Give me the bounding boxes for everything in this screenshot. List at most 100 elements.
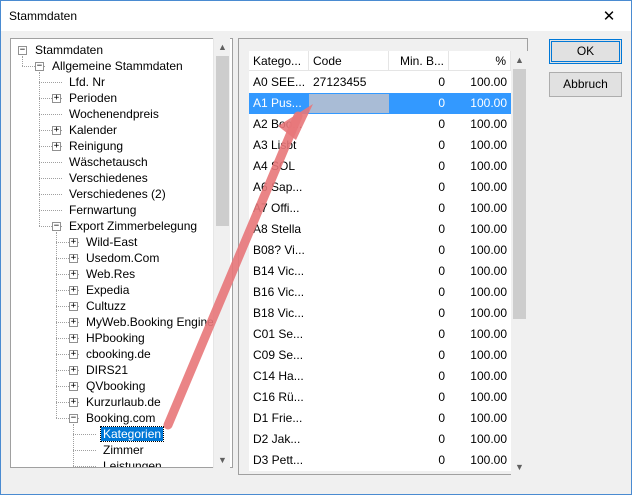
- grid-scroll-down-button[interactable]: ▼: [511, 458, 528, 475]
- tree-item[interactable]: Wochenendpreis: [67, 106, 161, 122]
- grid-row[interactable]: A1 Pus... 0 100.00: [249, 93, 511, 114]
- grid-scrollbar[interactable]: ▲ ▼: [511, 51, 528, 475]
- tree-item[interactable]: Kalender: [67, 122, 119, 138]
- tree-item[interactable]: DIRS21: [84, 362, 130, 378]
- tree-view[interactable]: Stammdaten − Allgemeine Stammdaten − Lfd. Nr…: [10, 38, 233, 468]
- tree-item[interactable]: Cultuzz: [84, 298, 128, 314]
- tree-item-label: Kalender: [69, 123, 118, 137]
- expand-icon[interactable]: +: [52, 94, 61, 103]
- grid-cell-code: [309, 303, 389, 324]
- tree-item[interactable]: Booking.com: [84, 410, 157, 426]
- grid-row[interactable]: A4 SOL 0 100.00: [249, 156, 511, 177]
- tree-connector: [73, 450, 96, 451]
- tree-scroll-thumb[interactable]: [216, 56, 229, 226]
- grid-column-header[interactable]: %: [449, 51, 511, 71]
- grid-scroll-up-button[interactable]: ▲: [511, 51, 528, 68]
- expand-icon[interactable]: +: [69, 302, 78, 311]
- tree-scroll-up-button[interactable]: ▲: [214, 38, 231, 55]
- expand-icon[interactable]: +: [52, 142, 61, 151]
- expand-icon[interactable]: +: [52, 126, 61, 135]
- tree-item[interactable]: Reinigung: [67, 138, 125, 154]
- expand-icon[interactable]: +: [69, 318, 78, 327]
- tree-item[interactable]: HPbooking: [84, 330, 147, 346]
- tree-item[interactable]: Web.Res: [84, 266, 137, 282]
- grid-row[interactable]: C14 Ha... 0 100.00: [249, 366, 511, 387]
- tree-item[interactable]: Lfd. Nr: [67, 74, 107, 90]
- grid-row[interactable]: C16 Rü... 0 100.00: [249, 387, 511, 408]
- tree-item[interactable]: Kategorien: [99, 426, 165, 442]
- grid-cell-min: 0: [438, 327, 445, 341]
- expand-icon[interactable]: +: [69, 238, 78, 247]
- grid-row[interactable]: A0 SEE... 27123455 0 100.00: [249, 72, 511, 93]
- grid-row[interactable]: B18 Vic... 0 100.00: [249, 303, 511, 324]
- grid-row[interactable]: D2 Jak... 0 100.00: [249, 429, 511, 450]
- grid-row[interactable]: D1 Frie... 0 100.00: [249, 408, 511, 429]
- tree-scroll-down-button[interactable]: ▼: [214, 451, 231, 468]
- expand-icon[interactable]: +: [69, 398, 78, 407]
- expand-icon[interactable]: +: [69, 382, 78, 391]
- grid-cell-code: [309, 408, 389, 429]
- grid-cell-code: [309, 156, 389, 177]
- grid-row[interactable]: C01 Se... 0 100.00: [249, 324, 511, 345]
- grid-row[interactable]: B14 Vic... 0 100.00: [249, 261, 511, 282]
- tree-connector: [73, 466, 96, 467]
- grid-column-header[interactable]: Code: [309, 51, 389, 71]
- grid-scroll-thumb[interactable]: [513, 69, 526, 319]
- category-grid[interactable]: A0 SEE... 27123455 0 100.00 A1 Pus... 0 100.00…: [249, 51, 511, 471]
- tree-item[interactable]: Zimmer: [101, 442, 146, 458]
- grid-cell-pct: 100.00: [470, 285, 507, 299]
- expand-icon[interactable]: +: [69, 350, 78, 359]
- tree-item[interactable]: Wild-East: [84, 234, 139, 250]
- grid-row[interactable]: B16 Vic... 0 100.00: [249, 282, 511, 303]
- collapse-icon[interactable]: −: [35, 62, 44, 71]
- grid-row[interactable]: A3 Lisbt 0 100.00: [249, 135, 511, 156]
- grid-column-header[interactable]: Min. B...: [389, 51, 449, 71]
- expand-icon[interactable]: +: [69, 366, 78, 375]
- tree-item[interactable]: Allgemeine Stammdaten: [50, 58, 185, 74]
- grid-column-header[interactable]: Katego...: [249, 51, 309, 71]
- tree-item[interactable]: QVbooking: [84, 378, 147, 394]
- collapse-icon[interactable]: −: [69, 414, 78, 423]
- grid-row[interactable]: A2 Boo... 0 100.00: [249, 114, 511, 135]
- tree-item-label: QVbooking: [86, 379, 146, 393]
- expand-icon[interactable]: +: [69, 286, 78, 295]
- tree-item-label: cbooking.de: [86, 347, 151, 361]
- grid-row[interactable]: D3 Pett... 0 100.00: [249, 450, 511, 471]
- grid-row[interactable]: C09 Se... 0 100.00: [249, 345, 511, 366]
- tree-item[interactable]: Usedom.Com: [84, 250, 161, 266]
- tree-item[interactable]: Kurzurlaub.de: [84, 394, 163, 410]
- expand-icon[interactable]: +: [69, 270, 78, 279]
- tree-connector: [39, 178, 62, 179]
- tree-item[interactable]: Perioden: [67, 90, 119, 106]
- grid-cell-min: 0: [438, 201, 445, 215]
- tree-item[interactable]: Stammdaten: [33, 42, 105, 58]
- tree-item[interactable]: Export Zimmerbelegung: [67, 218, 199, 234]
- grid-row[interactable]: A7 Offi... 0 100.00: [249, 198, 511, 219]
- grid-cell-pct: 100.00: [470, 243, 507, 257]
- tree-scrollbar[interactable]: ▲ ▼: [213, 38, 230, 468]
- tree-item-label: Expedia: [86, 283, 130, 297]
- tree-item-label: Usedom.Com: [86, 251, 160, 265]
- cancel-button[interactable]: Abbruch: [549, 72, 622, 97]
- tree-item[interactable]: Verschiedenes: [67, 170, 150, 186]
- tree-item[interactable]: Leistungen: [101, 458, 164, 467]
- tree-item[interactable]: MyWeb.Booking Engine: [84, 314, 216, 330]
- collapse-icon[interactable]: −: [52, 222, 61, 231]
- grid-row[interactable]: A8 Stella 0 100.00: [249, 219, 511, 240]
- grid-cell-min: 0: [438, 306, 445, 320]
- grid-cell-kat: C09 Se...: [253, 348, 304, 362]
- grid-cell-kat: A6 Sap...: [253, 180, 303, 194]
- tree-item[interactable]: Expedia: [84, 282, 131, 298]
- tree-item[interactable]: Wäschetausch: [67, 154, 150, 170]
- expand-icon[interactable]: +: [69, 334, 78, 343]
- tree-item[interactable]: Fernwartung: [67, 202, 138, 218]
- grid-row[interactable]: A6 Sap... 0 100.00: [249, 177, 511, 198]
- tree-item[interactable]: cbooking.de: [84, 346, 153, 362]
- grid-cell-pct: 100.00: [470, 75, 507, 89]
- tree-item[interactable]: Verschiedenes (2): [67, 186, 168, 202]
- expand-icon[interactable]: +: [69, 254, 78, 263]
- collapse-icon[interactable]: −: [18, 46, 27, 55]
- grid-row[interactable]: B08? Vi... 0 100.00: [249, 240, 511, 261]
- ok-button[interactable]: OK: [549, 39, 622, 64]
- close-button[interactable]: ✕: [587, 1, 631, 31]
